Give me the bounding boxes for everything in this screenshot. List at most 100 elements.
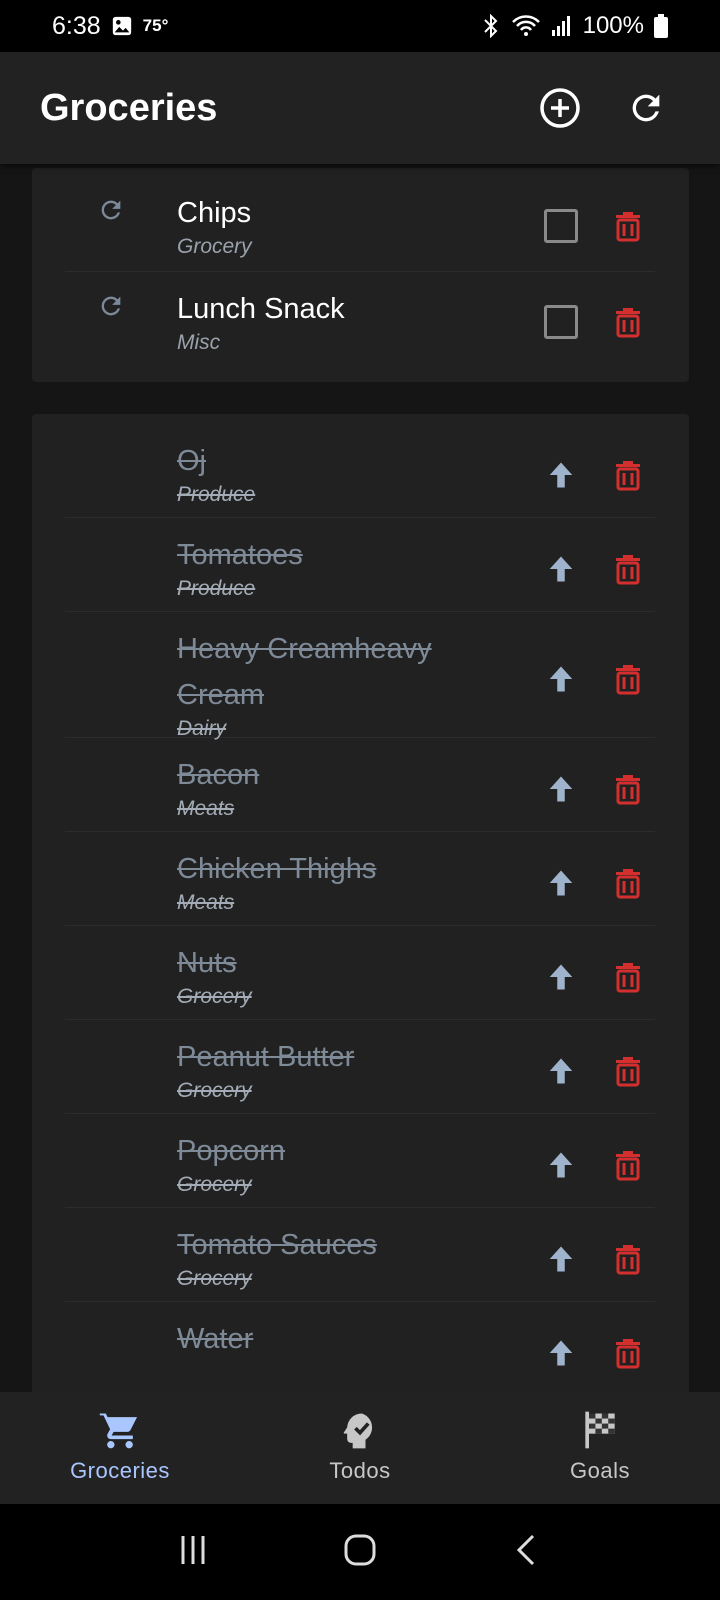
arrow-up-icon [549,1152,573,1178]
list-item: Heavy Creamheavy Cream Dairy [65,612,655,740]
item-checkbox[interactable] [539,300,583,344]
list-item: Popcorn Grocery [65,1114,655,1208]
completed-items-card: Oj Produce Tomatoes Produce Heavy Creamheavy… [32,414,689,1392]
trash-icon [616,212,640,242]
restore-button[interactable] [539,861,583,905]
home-button[interactable] [342,1532,378,1573]
recents-icon [181,1535,205,1564]
add-item-button[interactable] [536,84,584,132]
restore-button[interactable] [539,1331,583,1375]
restore-button[interactable] [539,767,583,811]
bottom-navigation: Groceries Todos Goals [0,1392,720,1504]
nav-label: Todos [329,1458,391,1483]
trash-icon [616,1151,640,1181]
system-navigation-bar [0,1504,720,1600]
restore-button[interactable] [539,547,583,591]
status-time: 6:38 [52,11,101,40]
arrow-up-icon [549,1058,573,1084]
delete-button[interactable] [606,453,650,497]
arrow-up-icon [549,666,573,692]
restore-button[interactable] [539,453,583,497]
nav-goals[interactable]: Goals [480,1392,720,1504]
delete-button[interactable] [606,1049,650,1093]
item-name: Lunch Snack [177,293,345,325]
back-button[interactable] [509,1532,545,1573]
list-item: Tomatoes Produce [65,518,655,612]
delete-button[interactable] [606,657,650,701]
trash-icon [616,869,640,899]
restore-button[interactable] [539,955,583,999]
item-category: Meats [177,891,235,914]
delete-button[interactable] [606,1143,650,1187]
status-bar: 6:38 75° 100% [0,0,720,52]
item-category: Produce [177,483,256,506]
list-item: Nuts Grocery [65,926,655,1020]
item-name: Tomato Sauces [177,1229,377,1261]
delete-button[interactable] [606,767,650,811]
delete-button[interactable] [606,1237,650,1281]
recents-button[interactable] [175,1532,211,1573]
recurring-icon [97,196,127,226]
delete-button[interactable] [606,955,650,999]
restore-button[interactable] [539,657,583,701]
delete-button[interactable] [606,204,650,248]
delete-button[interactable] [606,300,650,344]
trash-icon [616,461,640,491]
trash-icon [616,308,640,338]
item-category: Grocery [177,1173,252,1196]
trash-icon [616,963,640,993]
trash-icon [616,665,640,695]
arrow-up-icon [549,1340,573,1366]
nav-todos[interactable]: Todos [240,1392,480,1504]
gallery-icon [111,15,133,37]
head-check-icon [343,1413,373,1449]
add-circle-icon [540,88,580,128]
refresh-icon [632,94,660,122]
nav-groceries[interactable]: Groceries [0,1392,240,1504]
item-checkbox[interactable] [539,204,583,248]
recurring-icon [97,292,127,322]
item-name: Heavy Creamheavy Cream [177,633,432,711]
nav-label: Goals [570,1458,630,1483]
refresh-button[interactable] [622,84,670,132]
arrow-up-icon [549,462,573,488]
back-icon [516,1534,534,1565]
delete-button[interactable] [606,1331,650,1375]
signal-icon [551,15,573,37]
item-name: Tomatoes [177,539,303,571]
arrow-up-icon [549,776,573,802]
wifi-icon [511,14,541,38]
item-category: Grocery [177,1267,252,1290]
trash-icon [616,555,640,585]
list-item: Chicken Thighs Meats [65,832,655,926]
arrow-up-icon [549,1246,573,1272]
delete-button[interactable] [606,861,650,905]
item-category: Misc [177,331,221,354]
restore-button[interactable] [539,1049,583,1093]
content-scroll-area[interactable]: Chips Grocery Lunch Snack Misc Oj Produc… [0,164,720,1392]
item-category: Grocery [177,985,252,1008]
item-category: Grocery [177,1079,252,1102]
restore-button[interactable] [539,1143,583,1187]
list-item: Chips Grocery [65,176,655,272]
item-name: Popcorn [177,1135,286,1167]
arrow-up-icon [549,870,573,896]
screen: 6:38 75° 100% Groceries Chips Grocery Lu… [0,0,720,1600]
delete-button[interactable] [606,547,650,591]
home-icon [344,1534,376,1565]
arrow-up-icon [549,964,573,990]
item-name: Chicken Thighs [177,853,377,885]
restore-button[interactable] [539,1237,583,1281]
item-category: Meats [177,797,235,820]
trash-icon [616,1057,640,1087]
item-name: Chips [177,197,252,229]
list-item: Peanut Butter Grocery [65,1020,655,1114]
list-item: Bacon Meats [65,738,655,832]
active-items-card: Chips Grocery Lunch Snack Misc [32,168,689,382]
item-name: Water [177,1323,254,1355]
item-name: Bacon [177,759,260,791]
list-item: Lunch Snack Misc [65,272,655,368]
bluetooth-icon [481,14,501,38]
item-category: Grocery [177,235,252,258]
list-item: Water [65,1302,655,1392]
